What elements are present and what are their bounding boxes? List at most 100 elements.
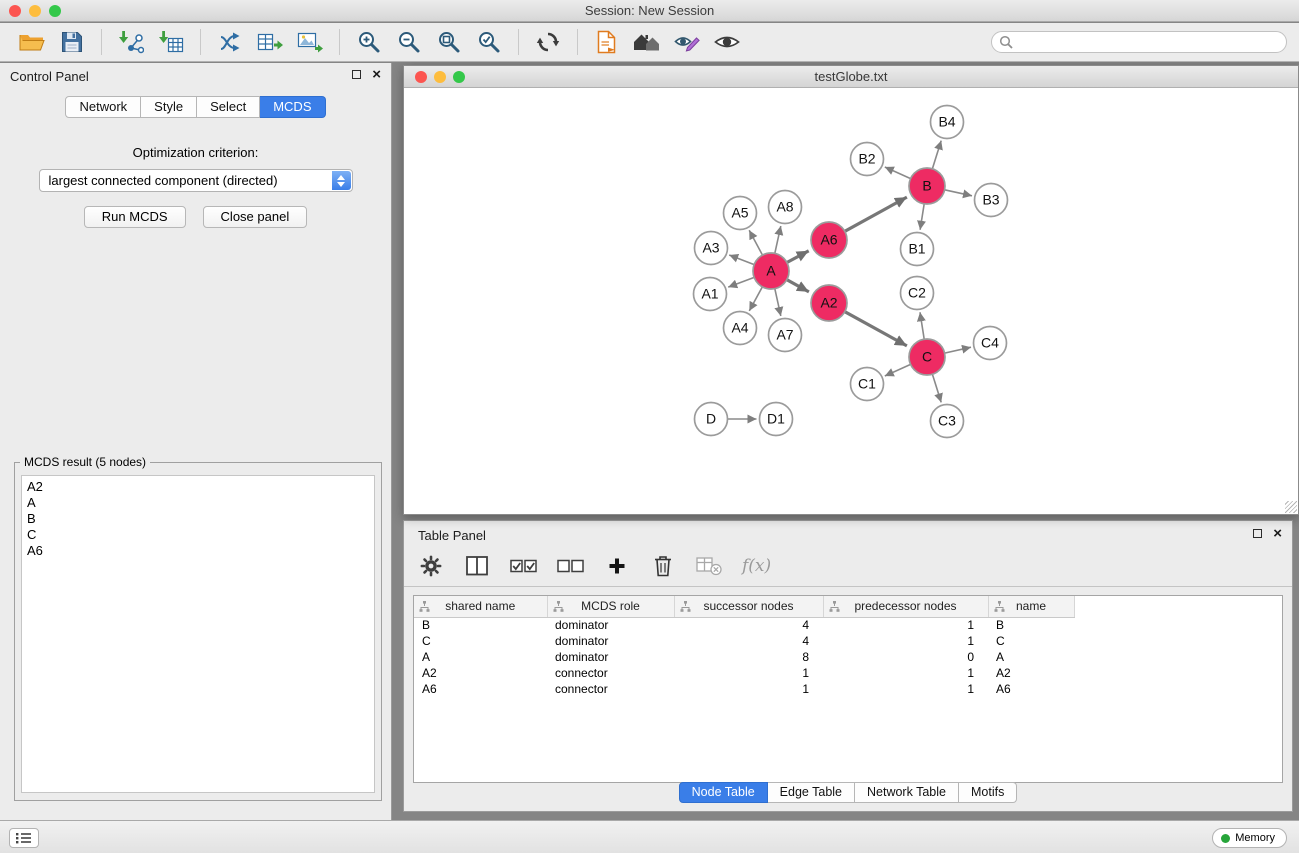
- node-C3[interactable]: C3: [931, 405, 964, 438]
- tab-node-table[interactable]: Node Table: [679, 782, 768, 803]
- network-close-button[interactable]: [415, 71, 427, 83]
- table-cell[interactable]: 1: [674, 681, 823, 697]
- table-row[interactable]: Bdominator41B: [414, 617, 1282, 633]
- network-minimize-button[interactable]: [434, 71, 446, 83]
- edge-A2-C[interactable]: [845, 312, 907, 346]
- table-cell[interactable]: dominator: [547, 633, 674, 649]
- table-cell[interactable]: C: [988, 633, 1074, 649]
- edge-A-A6[interactable]: [787, 251, 809, 263]
- zoom-in-button[interactable]: [352, 26, 386, 58]
- tab-style[interactable]: Style: [141, 96, 197, 118]
- table-row[interactable]: A6connector11A6: [414, 681, 1282, 697]
- zoom-selected-button[interactable]: [472, 26, 506, 58]
- close-panel-button[interactable]: Close panel: [203, 206, 308, 228]
- tab-motifs[interactable]: Motifs: [959, 782, 1017, 803]
- open-session-button[interactable]: [15, 26, 49, 58]
- node-A8[interactable]: A8: [769, 191, 802, 224]
- table-cell[interactable]: B: [988, 617, 1074, 633]
- table-row[interactable]: Adominator80A: [414, 649, 1282, 665]
- result-item[interactable]: A: [27, 495, 369, 511]
- deselect-all-button[interactable]: [557, 550, 584, 582]
- node-A[interactable]: A: [753, 253, 789, 289]
- tab-network[interactable]: Network: [65, 96, 141, 118]
- node-A6[interactable]: A6: [811, 222, 847, 258]
- node-A5[interactable]: A5: [724, 197, 757, 230]
- edge-B-B4[interactable]: [932, 141, 941, 169]
- table-cell[interactable]: A2: [414, 665, 547, 681]
- tab-mcds[interactable]: MCDS: [260, 96, 325, 118]
- node-A1[interactable]: A1: [694, 278, 727, 311]
- table-cell[interactable]: A6: [988, 681, 1074, 697]
- network-canvas[interactable]: B4B2BB3A8A5A6A3B1AA1C2A2A4A7C4CC1C3DD1: [405, 89, 1297, 513]
- edge-B-B3[interactable]: [945, 190, 972, 196]
- node-D[interactable]: D: [695, 403, 728, 436]
- table-cell[interactable]: 1: [823, 681, 988, 697]
- column-header-shared-name[interactable]: shared name: [414, 596, 547, 617]
- mcds-result-list[interactable]: A2ABCA6: [21, 475, 375, 793]
- save-session-button[interactable]: [55, 26, 89, 58]
- node-D1[interactable]: D1: [760, 403, 793, 436]
- node-B2[interactable]: B2: [851, 143, 884, 176]
- table-cell[interactable]: dominator: [547, 649, 674, 665]
- session-document-button[interactable]: [590, 26, 624, 58]
- table-cell[interactable]: 8: [674, 649, 823, 665]
- select-all-button[interactable]: [510, 550, 537, 582]
- float-table-panel-icon[interactable]: [1253, 529, 1262, 538]
- delete-column-button[interactable]: [650, 550, 676, 582]
- network-graph[interactable]: B4B2BB3A8A5A6A3B1AA1C2A2A4A7C4CC1C3DD1: [405, 89, 1297, 513]
- table-cell[interactable]: connector: [547, 681, 674, 697]
- node-B3[interactable]: B3: [975, 184, 1008, 217]
- edge-A-A3[interactable]: [729, 255, 754, 265]
- tab-select[interactable]: Select: [197, 96, 260, 118]
- table-settings-button[interactable]: [418, 550, 444, 582]
- result-item[interactable]: C: [27, 527, 369, 543]
- edge-A-A4[interactable]: [749, 287, 762, 311]
- close-table-panel-icon[interactable]: ×: [1273, 528, 1282, 539]
- table-cell[interactable]: C: [414, 633, 547, 649]
- export-image-button[interactable]: [293, 26, 327, 58]
- node-B[interactable]: B: [909, 168, 945, 204]
- node-C1[interactable]: C1: [851, 368, 884, 401]
- table-cell[interactable]: 1: [674, 665, 823, 681]
- table-row[interactable]: A2connector11A2: [414, 665, 1282, 681]
- new-network-button[interactable]: [213, 26, 247, 58]
- column-header-predecessor-nodes[interactable]: predecessor nodes: [823, 596, 988, 617]
- edge-A-A7[interactable]: [775, 289, 781, 316]
- node-C4[interactable]: C4: [974, 327, 1007, 360]
- float-panel-icon[interactable]: [352, 70, 361, 79]
- table-cell[interactable]: B: [414, 617, 547, 633]
- optimization-criterion-dropdown[interactable]: largest connected component (directed): [39, 169, 353, 192]
- task-history-button[interactable]: [9, 828, 39, 848]
- node-B1[interactable]: B1: [901, 233, 934, 266]
- edge-A6-B[interactable]: [845, 197, 907, 231]
- edge-C-C1[interactable]: [885, 364, 911, 376]
- show-columns-button[interactable]: [464, 550, 490, 582]
- delete-table-button[interactable]: [696, 550, 722, 582]
- result-item[interactable]: A2: [27, 479, 369, 495]
- refresh-view-button[interactable]: [531, 26, 565, 58]
- tab-edge-table[interactable]: Edge Table: [768, 782, 855, 803]
- table-cell[interactable]: connector: [547, 665, 674, 681]
- create-column-button[interactable]: [604, 550, 630, 582]
- node-C[interactable]: C: [909, 339, 945, 375]
- table-cell[interactable]: 4: [674, 617, 823, 633]
- table-cell[interactable]: A6: [414, 681, 547, 697]
- table-cell[interactable]: 1: [823, 665, 988, 681]
- run-mcds-button[interactable]: Run MCDS: [84, 206, 186, 228]
- node-A7[interactable]: A7: [769, 319, 802, 352]
- edge-C-C4[interactable]: [945, 347, 971, 353]
- node-A2[interactable]: A2: [811, 285, 847, 321]
- column-header-MCDS-role[interactable]: MCDS role: [547, 596, 674, 617]
- table-cell[interactable]: A: [988, 649, 1074, 665]
- import-table-button[interactable]: [154, 26, 188, 58]
- export-table-button[interactable]: [253, 26, 287, 58]
- table-cell[interactable]: A2: [988, 665, 1074, 681]
- node-A4[interactable]: A4: [724, 312, 757, 345]
- result-item[interactable]: B: [27, 511, 369, 527]
- node-table-container[interactable]: shared nameMCDS rolesuccessor nodesprede…: [413, 595, 1283, 783]
- node-A3[interactable]: A3: [695, 232, 728, 265]
- network-window-titlebar[interactable]: testGlobe.txt: [404, 66, 1298, 88]
- edge-B-B1[interactable]: [920, 204, 924, 230]
- search-input[interactable]: [991, 31, 1287, 53]
- import-network-button[interactable]: [114, 26, 148, 58]
